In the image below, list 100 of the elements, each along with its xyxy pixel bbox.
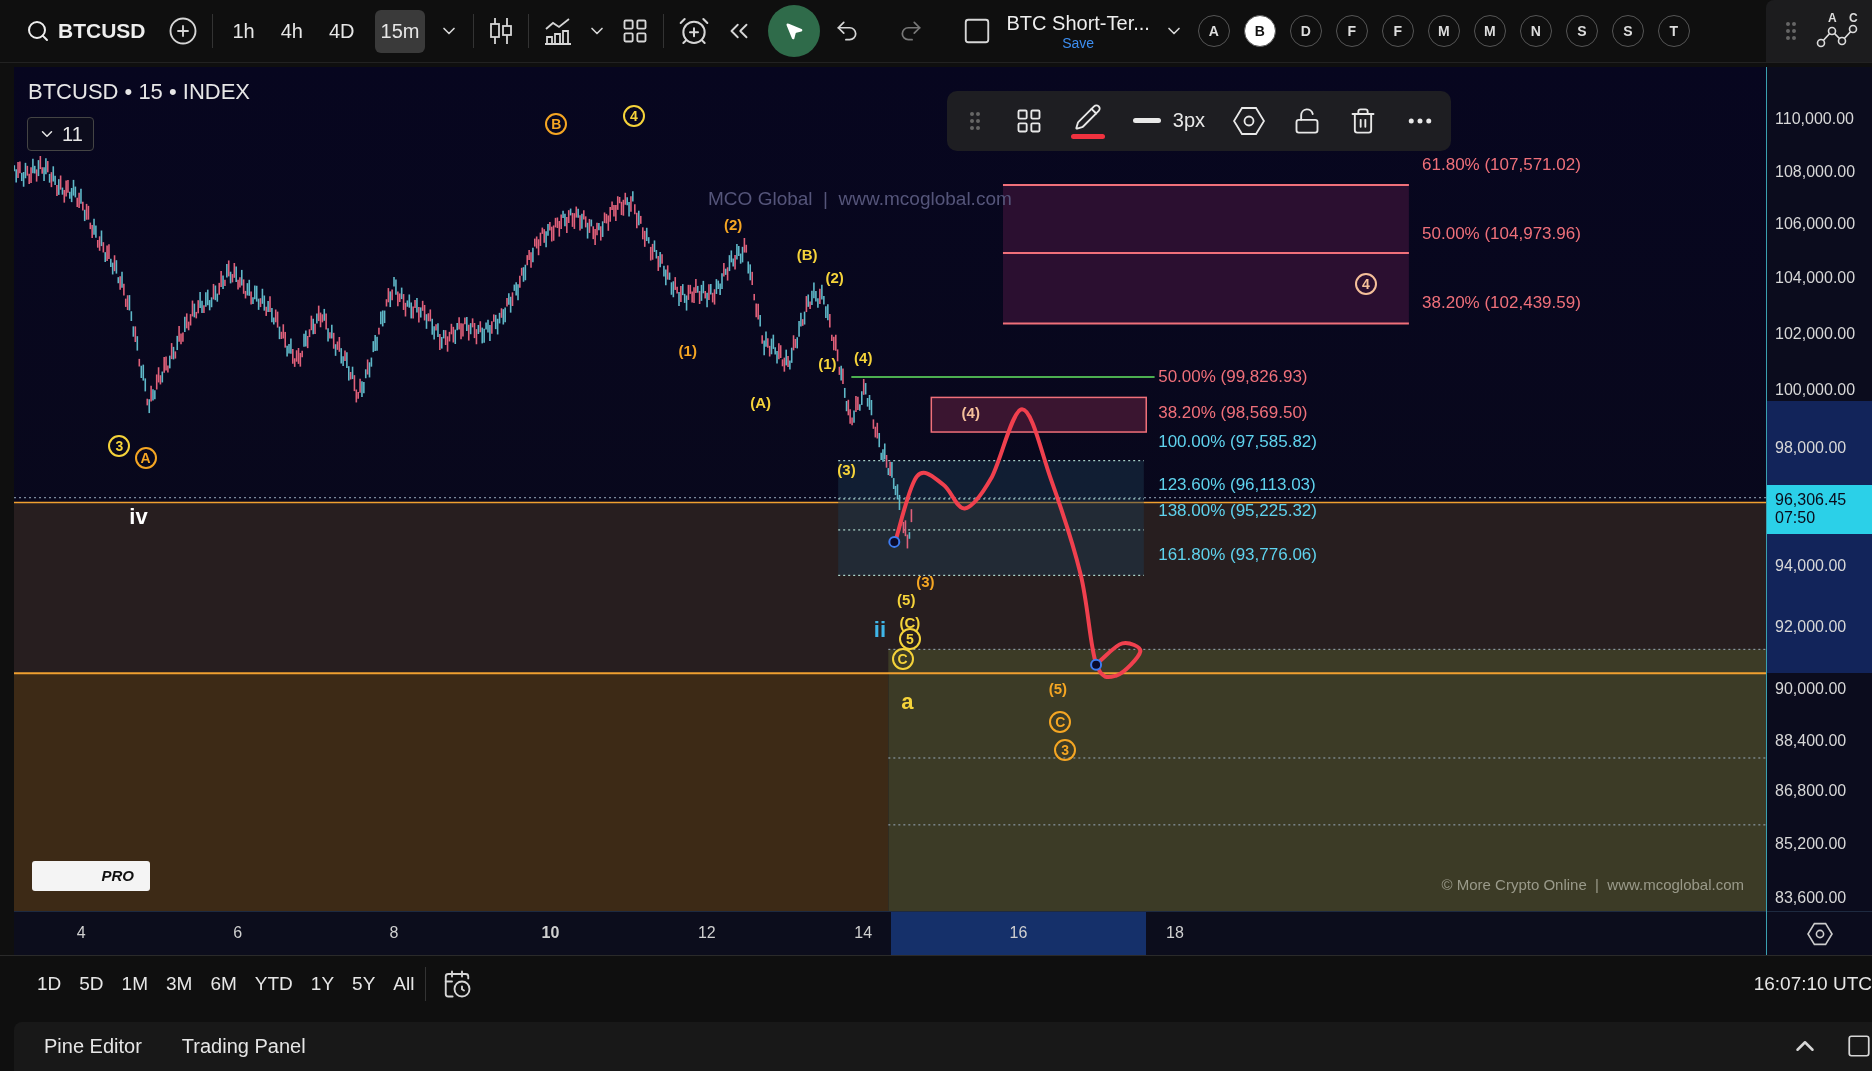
- wave-label: (4): [854, 348, 873, 366]
- candlestick-icon[interactable]: [488, 16, 515, 46]
- wave-label: (B): [796, 245, 818, 263]
- wave-label: a: [901, 688, 914, 715]
- fib-level-label: 161.80% (93,776.06): [1158, 545, 1317, 565]
- range-button[interactable]: 1M: [114, 967, 155, 1002]
- maximize-icon[interactable]: [1846, 1033, 1872, 1060]
- save-link[interactable]: Save: [1062, 34, 1095, 51]
- clock-text: 16:07:10 UTC: [1753, 973, 1872, 996]
- bar-countdown: 07:50: [1775, 509, 1817, 528]
- price-label: 102,000.00: [1775, 325, 1856, 344]
- symbol-search[interactable]: BTCUSD: [26, 19, 154, 43]
- time-label: 4: [76, 924, 86, 942]
- range-button[interactable]: YTD: [247, 967, 300, 1002]
- price-label: 108,000.00: [1775, 162, 1856, 181]
- layout-name-button[interactable]: BTC Short-Ter... Save: [1006, 11, 1150, 51]
- calendar-icon[interactable]: [442, 969, 473, 1000]
- time-label: 8: [389, 924, 399, 942]
- price-label: 90,000.00: [1775, 679, 1847, 698]
- settings-icon[interactable]: [1806, 921, 1833, 946]
- price-label: 92,000.00: [1775, 617, 1847, 636]
- settings-icon[interactable]: [1233, 105, 1266, 136]
- wave-label: C: [1049, 711, 1072, 734]
- range-button[interactable]: 3M: [159, 967, 200, 1002]
- alarm-clock-icon[interactable]: [678, 15, 711, 47]
- price-label: 85,200.00: [1775, 834, 1847, 853]
- copyright-text: © More Crypto Online | www.mcoglobal.com: [1441, 876, 1745, 893]
- price-label: 86,800.00: [1775, 782, 1847, 801]
- time-axis[interactable]: 4 6 8 10 12 14 16 18: [14, 911, 1767, 955]
- fib-level-label: 61.80% (107,571.02): [1422, 154, 1581, 175]
- range-button[interactable]: 1Y: [303, 967, 342, 1002]
- search-icon: [26, 19, 50, 43]
- wave-label: (3): [916, 572, 935, 590]
- price-label: 104,000.00: [1775, 269, 1856, 287]
- pencil-icon[interactable]: [1073, 102, 1102, 131]
- wave-label: 3: [108, 435, 131, 458]
- wave-label: (2): [825, 268, 844, 286]
- time-label: 12: [697, 924, 716, 942]
- panel-tab[interactable]: Trading Panel: [171, 1028, 316, 1064]
- anchor-point[interactable]: [888, 535, 901, 548]
- plus-icon[interactable]: [167, 16, 198, 46]
- wave-label: ii: [873, 617, 887, 644]
- chart-title: BTCUSD • 15 • INDEX: [28, 79, 250, 105]
- line-width-button[interactable]: 3px: [1132, 109, 1206, 133]
- interval-button[interactable]: 1h: [226, 9, 261, 53]
- chart-canvas[interactable]: [14, 67, 1767, 911]
- wave-label: (3): [837, 460, 856, 478]
- time-label: 16: [1009, 924, 1028, 942]
- wave-label: A: [134, 447, 157, 470]
- wave-label: 4: [1354, 272, 1377, 295]
- fib-level-label: 38.20% (102,439.59): [1422, 293, 1581, 314]
- wave-label: (1): [818, 354, 837, 372]
- range-button[interactable]: 5Y: [345, 967, 383, 1002]
- fib-level-label: 138.00% (95,225.32): [1158, 500, 1317, 521]
- price-label: 100,000.00: [1775, 381, 1856, 400]
- range-button[interactable]: All: [386, 967, 422, 1002]
- line-icon: [1132, 118, 1161, 124]
- side-panel-tab[interactable]: A C: [1766, 0, 1872, 62]
- wave-label: 4: [623, 104, 645, 127]
- range-button[interactable]: 1D: [30, 967, 69, 1002]
- wave-label: B: [545, 112, 568, 135]
- wave-label: C: [891, 647, 914, 670]
- wave-label: (1): [678, 341, 697, 359]
- wave-label: (5): [897, 590, 916, 608]
- cursor-icon: [784, 21, 805, 41]
- fib-level-label: 123.60% (96,113.03): [1158, 474, 1316, 495]
- price-label: 106,000.00: [1775, 215, 1856, 234]
- wave-label: (4): [961, 403, 980, 421]
- price-label: 83,600.00: [1775, 888, 1847, 907]
- time-label: 14: [854, 924, 873, 942]
- price-label: 98,000.00: [1775, 438, 1847, 457]
- collapse-button[interactable]: 11: [27, 117, 94, 151]
- price-label: 88,400.00: [1775, 732, 1847, 751]
- anchor-point[interactable]: [1090, 658, 1103, 671]
- fib-level-label: 100.00% (97,585.82): [1158, 431, 1317, 452]
- current-price: 96,306.45: [1775, 491, 1848, 510]
- indicators-icon[interactable]: [543, 16, 574, 46]
- color-swatch[interactable]: [1070, 133, 1105, 139]
- range-button[interactable]: 6M: [203, 967, 244, 1002]
- fib-level-label: 50.00% (104,973.96): [1422, 223, 1581, 244]
- interval-button[interactable]: 4h: [274, 9, 309, 53]
- fib-level-label: 38.20% (98,569.50): [1158, 402, 1308, 423]
- interval-button[interactable]: 4D: [323, 9, 361, 53]
- wave-label: (A): [750, 393, 771, 411]
- logo-text: PRO: [101, 867, 134, 885]
- interval-button[interactable]: 15m: [374, 9, 426, 53]
- wave-label: (2): [723, 215, 743, 233]
- price-label: 110,000.00: [1775, 110, 1854, 129]
- watchlist-button[interactable]: B: [1243, 15, 1276, 47]
- range-button[interactable]: 5D: [72, 967, 111, 1002]
- watermark-text: MCO Global | www.mcoglobal.com: [708, 188, 1012, 211]
- time-label: 10: [541, 924, 560, 942]
- wave-label: 3: [1054, 738, 1077, 761]
- fib-level-label: 50.00% (99,826.93): [1158, 367, 1308, 388]
- wave-label: (5): [1048, 679, 1068, 697]
- price-label: 94,000.00: [1775, 556, 1847, 575]
- time-label: 18: [1166, 924, 1184, 942]
- wave-label: iv: [129, 503, 148, 530]
- panel-tab[interactable]: Pine Editor: [34, 1028, 152, 1064]
- time-label: 6: [233, 924, 243, 942]
